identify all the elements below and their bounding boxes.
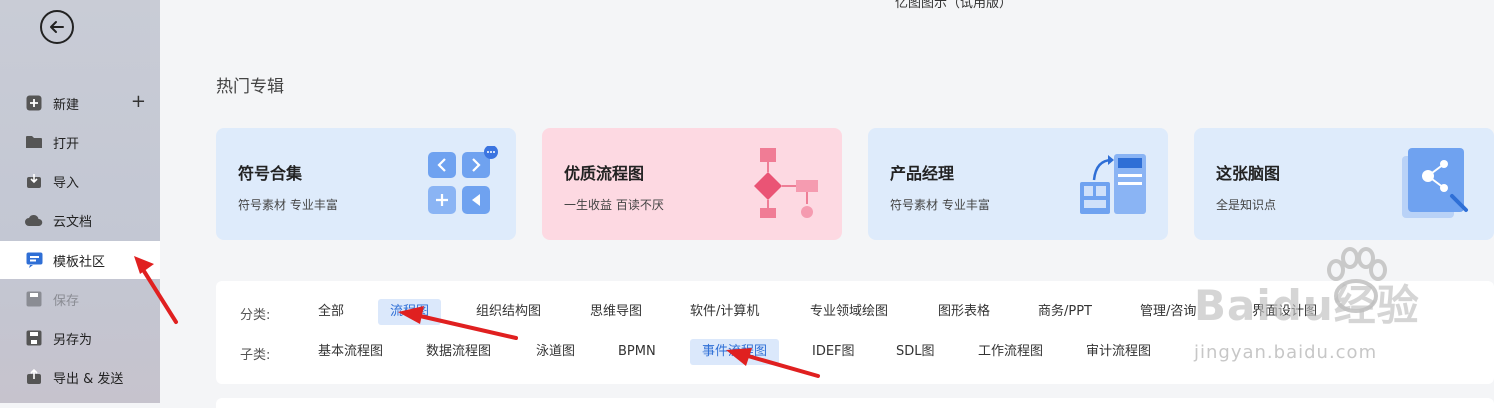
sidebar-item-cloud[interactable]: 云文档	[0, 201, 160, 239]
plus-square-icon	[25, 94, 43, 112]
category-chip[interactable]: 全部	[306, 299, 356, 325]
mindmap-icon	[1402, 148, 1468, 218]
save-icon	[25, 290, 43, 308]
sidebar-item-import[interactable]: 导入	[0, 162, 160, 200]
sidebar-item-label: 云文档	[53, 214, 93, 230]
album-card-symbols[interactable]: 符号合集 符号素材 专业丰富	[216, 128, 516, 240]
template-community-icon	[25, 251, 43, 269]
sidebar-item-save-as[interactable]: 另存为	[0, 319, 160, 357]
category-chip[interactable]: 图形表格	[926, 299, 1002, 325]
album-card-flowchart[interactable]: 优质流程图 一生收益 百读不厌	[542, 128, 842, 240]
subcategory-chip[interactable]: SDL图	[884, 339, 947, 365]
cloud-icon	[25, 211, 43, 229]
sidebar-item-label: 新建	[53, 97, 80, 113]
sidebar-item-label: 导出 & 发送	[53, 371, 124, 387]
flowchart-icon	[754, 148, 818, 218]
subcategory-chip[interactable]: 基本流程图	[306, 339, 395, 365]
folder-icon	[25, 133, 43, 151]
subcategory-chip[interactable]: IDEF图	[800, 339, 867, 365]
subcategory-chip[interactable]: 工作流程图	[966, 339, 1055, 365]
export-icon	[25, 368, 43, 386]
category-chip-selected[interactable]: 流程图	[378, 299, 442, 325]
sidebar-item-label: 导入	[53, 175, 80, 191]
arrow-left-icon	[50, 21, 64, 33]
sidebar-item-save[interactable]: 保存	[0, 280, 160, 318]
product-wireframe-icon	[1080, 154, 1146, 214]
category-chip[interactable]: 商务/PPT	[1026, 299, 1104, 325]
sidebar-item-label: 打开	[53, 136, 80, 152]
category-chip[interactable]: 软件/计算机	[678, 299, 771, 325]
plus-icon[interactable]: +	[131, 93, 146, 111]
category-label: 分类:	[240, 308, 271, 323]
category-chip[interactable]: 组织结构图	[464, 299, 553, 325]
category-row: 分类: 全部 流程图 组织结构图 思维导图 软件/计算机 专业领域绘图 图形表格…	[216, 299, 1494, 325]
category-chip[interactable]: 界面设计图	[1240, 299, 1329, 325]
subcategory-chip-selected[interactable]: 事件流程图	[690, 339, 780, 365]
sidebar-item-template-community[interactable]: 模板社区	[0, 241, 160, 279]
sidebar-item-label: 另存为	[53, 332, 93, 348]
sidebar-item-open[interactable]: 打开	[0, 123, 160, 161]
template-list-top	[216, 398, 1494, 408]
window-title: 亿图图示（试用版）	[895, 0, 1013, 11]
sidebar: 新建 + 打开 导入 云文档 模板社区 保存 另存为 导出 & 发送	[0, 0, 160, 403]
section-title: 热门专辑	[216, 77, 284, 97]
sidebar-item-export[interactable]: 导出 & 发送	[0, 358, 160, 396]
symbol-grid-icon	[428, 146, 498, 214]
category-chip[interactable]: 思维导图	[578, 299, 654, 325]
album-card-mindmap[interactable]: 这张脑图 全是知识点	[1194, 128, 1494, 240]
sidebar-item-new[interactable]: 新建 +	[0, 84, 160, 122]
category-chip[interactable]: 专业领域绘图	[798, 299, 900, 325]
album-card-product-manager[interactable]: 产品经理 符号素材 专业丰富	[868, 128, 1168, 240]
subcategory-row: 子类: 基本流程图 数据流程图 泳道图 BPMN 事件流程图 IDEF图 SDL…	[216, 339, 1494, 365]
import-icon	[25, 172, 43, 190]
subcategory-chip[interactable]: 审计流程图	[1074, 339, 1163, 365]
subcategory-chip[interactable]: 数据流程图	[414, 339, 503, 365]
sidebar-item-label: 保存	[53, 293, 80, 309]
category-chip[interactable]: 管理/咨询	[1128, 299, 1208, 325]
subcategory-chip[interactable]: 泳道图	[524, 339, 587, 365]
filter-panel: 分类: 全部 流程图 组织结构图 思维导图 软件/计算机 专业领域绘图 图形表格…	[216, 281, 1494, 384]
back-button[interactable]	[40, 10, 74, 44]
subcategory-chip[interactable]: BPMN	[606, 339, 668, 365]
sidebar-item-label: 模板社区	[53, 254, 106, 270]
subcategory-label: 子类:	[240, 348, 271, 363]
save-as-icon	[25, 329, 43, 347]
